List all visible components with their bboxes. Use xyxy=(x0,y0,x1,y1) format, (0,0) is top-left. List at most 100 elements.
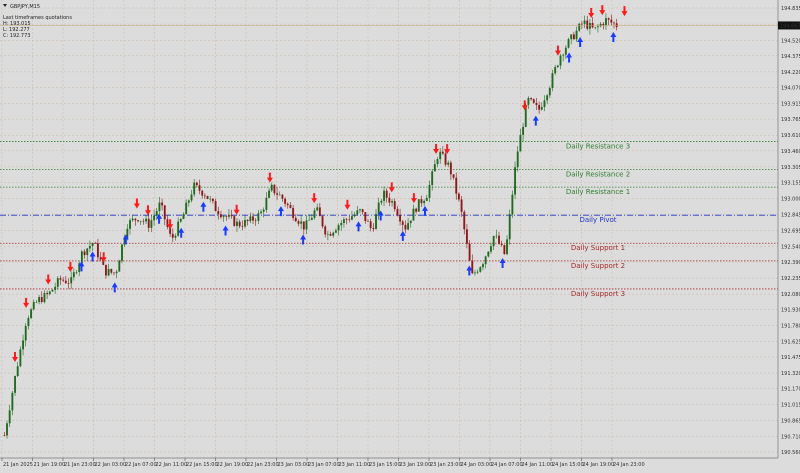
candle-body xyxy=(575,30,578,40)
candle-body xyxy=(522,126,525,135)
candle-body xyxy=(332,232,335,236)
candle-body xyxy=(594,27,597,28)
candle-body xyxy=(538,104,541,110)
price-tick-label: 191.625 xyxy=(781,339,800,345)
candle-body xyxy=(492,236,495,247)
price-tick-label: 192.235 xyxy=(781,276,800,282)
candle-body xyxy=(236,221,238,226)
candle-body xyxy=(110,268,113,273)
price-chart[interactable]: Daily Resistance 3193.545Daily Resistanc… xyxy=(0,0,800,469)
candle-body xyxy=(46,293,49,295)
candle-body xyxy=(554,67,557,74)
candle-body xyxy=(409,220,412,224)
candle-body xyxy=(417,199,420,212)
candle-body xyxy=(203,195,206,197)
price-tick-label: 192.695 xyxy=(781,228,800,234)
candle-body xyxy=(292,207,295,218)
candle-body xyxy=(233,216,236,226)
current-price-label: 194.667 xyxy=(780,23,800,29)
candle-body xyxy=(353,214,356,217)
candle-body xyxy=(490,246,492,252)
time-tick-label: 23 Jan 15:00 xyxy=(369,462,401,468)
candle-body xyxy=(134,218,137,221)
candle-body xyxy=(516,151,519,168)
chart-window[interactable]: Daily Resistance 3193.545Daily Resistanc… xyxy=(0,0,800,469)
candle-body xyxy=(22,340,24,350)
candle-body xyxy=(388,197,391,203)
candle-body xyxy=(375,213,377,230)
candle-body xyxy=(54,286,57,290)
candle-body xyxy=(270,184,273,191)
candle-body xyxy=(145,218,147,222)
candle-body xyxy=(452,174,455,178)
price-tick-label: 193.155 xyxy=(781,180,800,186)
candle-body xyxy=(377,202,380,214)
candle-body xyxy=(597,26,599,28)
candle-body xyxy=(551,73,554,89)
price-tick-label: 193.460 xyxy=(781,149,800,155)
time-tick-label: 23 Jan 19:00 xyxy=(400,462,432,468)
candle-body xyxy=(613,22,615,24)
candle-body xyxy=(40,297,43,303)
time-tick-label: 22 Jan 03:00 xyxy=(95,462,127,468)
candle-body xyxy=(35,302,38,303)
price-tick-label: 192.540 xyxy=(781,244,800,250)
price-tick-label: 190.865 xyxy=(781,418,800,424)
candle-body xyxy=(265,197,268,210)
time-tick-label: 22 Jan 23:00 xyxy=(247,462,279,468)
price-tick-label: 191.475 xyxy=(781,355,800,361)
candle-body xyxy=(326,233,329,235)
candle-body xyxy=(599,23,602,27)
candle-body xyxy=(455,177,458,194)
time-tick-label: 23 Jan 07:00 xyxy=(308,462,340,468)
time-tick-label: 22 Jan 19:00 xyxy=(217,462,249,468)
candle-body xyxy=(556,65,559,68)
symbol-label[interactable]: GBPJPY,M15 xyxy=(10,4,40,10)
time-tick-label: 24 Jan 23:00 xyxy=(613,462,645,468)
candle-body xyxy=(591,22,594,28)
price-tick-label: 192.390 xyxy=(781,260,800,266)
candle-body xyxy=(484,256,487,265)
candle-body xyxy=(562,54,565,56)
candle-body xyxy=(219,214,222,218)
candle-body xyxy=(113,272,115,274)
price-tick-label: 191.170 xyxy=(781,387,800,393)
price-tick-label: 194.070 xyxy=(781,85,800,91)
candle-body xyxy=(193,182,196,195)
candle-body xyxy=(115,271,118,274)
candle-body xyxy=(465,229,468,244)
price-tick-label: 193.610 xyxy=(781,133,800,139)
candle-body xyxy=(174,235,177,238)
level-name: Daily Support 1 xyxy=(571,244,625,252)
candle-body xyxy=(297,221,300,224)
candle-body xyxy=(284,198,287,204)
candle-body xyxy=(30,309,33,319)
candle-body xyxy=(583,20,586,24)
candle-body xyxy=(94,243,97,244)
candle-body xyxy=(385,190,388,198)
candle-body xyxy=(313,210,316,218)
candle-body xyxy=(70,277,73,284)
candle-body xyxy=(431,171,434,185)
candle-body xyxy=(67,283,70,284)
time-tick-label: 24 Jan 11:00 xyxy=(522,462,554,468)
candle-body xyxy=(131,218,134,221)
candle-body xyxy=(361,209,364,213)
candle-body xyxy=(14,376,16,393)
candle-body xyxy=(185,202,188,215)
candle-body xyxy=(468,243,471,261)
candle-body xyxy=(391,201,393,203)
candle-body xyxy=(572,34,575,40)
candle-body xyxy=(11,392,14,411)
level-name: Daily Resistance 3 xyxy=(566,142,630,150)
candle-body xyxy=(155,211,158,216)
candle-body xyxy=(241,226,244,227)
candle-body xyxy=(182,214,185,220)
level-name: Daily Pivot xyxy=(579,216,616,224)
candle-body xyxy=(610,19,613,23)
candle-body xyxy=(230,214,233,217)
candle-body xyxy=(300,221,303,224)
candle-body xyxy=(444,153,447,165)
candle-body xyxy=(514,167,516,195)
time-tick-label: 21 Jan 19:00 xyxy=(34,462,66,468)
